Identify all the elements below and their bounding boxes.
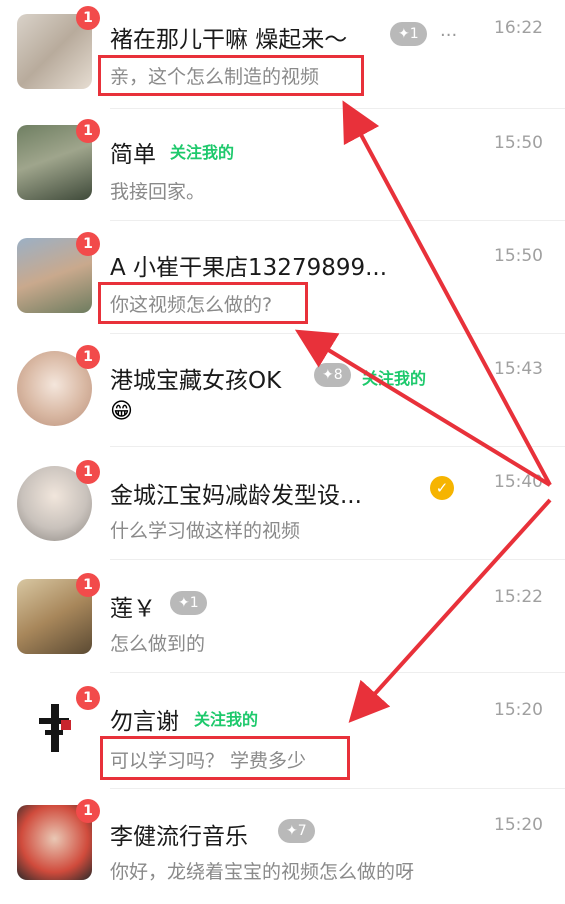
arrow-to-message-1 [342, 100, 552, 486]
arrow-to-message-7 [348, 498, 552, 723]
annotation-arrows [294, 100, 552, 723]
arrow-to-message-3 [294, 329, 552, 487]
